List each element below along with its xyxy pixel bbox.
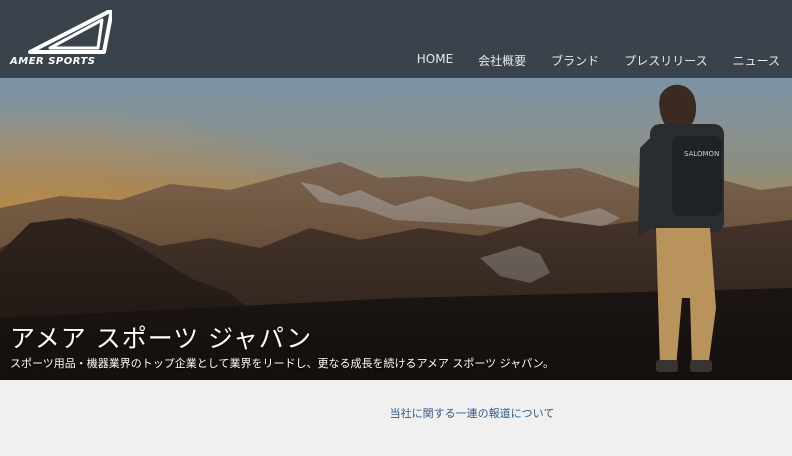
hero-title: アメア スポーツ ジャパン bbox=[10, 323, 313, 353]
amer-sports-logo[interactable]: AMER SPORTS bbox=[10, 10, 120, 70]
nav-brands[interactable]: ブランド bbox=[551, 52, 599, 69]
backpack-logo-text: SALOMON bbox=[684, 150, 719, 158]
brand-name: AMER SPORTS bbox=[10, 56, 96, 67]
nav-company[interactable]: 会社概要 bbox=[478, 52, 526, 69]
nav-news[interactable]: ニュース bbox=[733, 52, 780, 69]
hero-banner: SALOMON アメア スポーツ ジャパン スポーツ用品・機器業界のトップ企業と… bbox=[0, 78, 792, 380]
notice-section: 当社に関する一連の報道について bbox=[0, 402, 792, 421]
notice-link[interactable]: 当社に関する一連の報道について bbox=[390, 407, 555, 420]
nav-press-releases[interactable]: プレスリリース bbox=[624, 52, 707, 69]
site-header: AMER SPORTS HOME 会社概要 ブランド プレスリリース ニュース bbox=[0, 0, 792, 78]
hero-subtitle: スポーツ用品・機器業界のトップ企業として業界をリードし、更なる成長を続けるアメア… bbox=[10, 357, 555, 370]
main-nav: HOME 会社概要 ブランド プレスリリース ニュース bbox=[417, 52, 780, 69]
amer-sports-logo-icon bbox=[28, 10, 112, 54]
nav-home[interactable]: HOME bbox=[417, 52, 453, 69]
